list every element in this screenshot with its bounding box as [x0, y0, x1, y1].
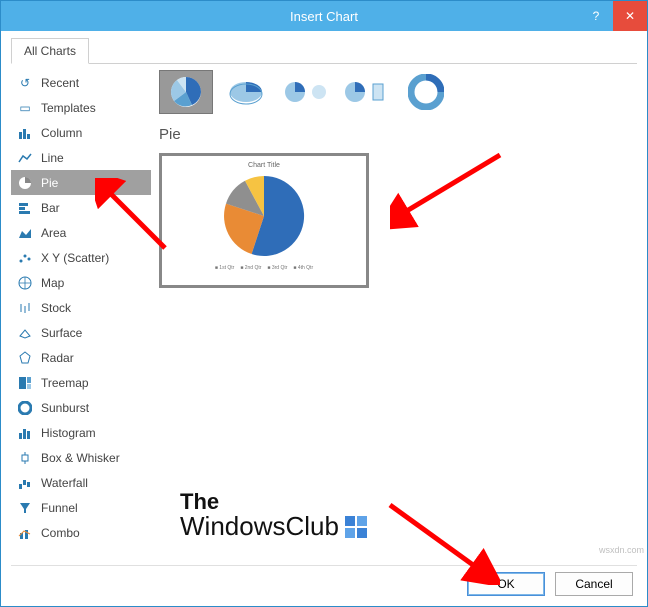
histogram-icon: [17, 425, 33, 441]
watermark: The WindowsClub: [180, 490, 369, 540]
sidebar-item-treemap[interactable]: Treemap: [11, 370, 151, 395]
sidebar-item-label: Radar: [41, 351, 74, 365]
sidebar-item-label: Map: [41, 276, 64, 290]
sidebar-item-surface[interactable]: Surface: [11, 320, 151, 345]
preview-legend: 1st Qtr 2nd Qtr 3rd Qtr 4th Qtr: [215, 265, 313, 271]
sidebar-item-label: Box & Whisker: [41, 451, 120, 465]
pie-subtype-row: [159, 70, 637, 114]
sidebar-item-line[interactable]: Line: [11, 145, 151, 170]
sidebar-item-radar[interactable]: Radar: [11, 345, 151, 370]
legend-item: 2nd Qtr: [240, 265, 261, 271]
templates-icon: ▭: [17, 100, 33, 116]
pie-icon: [17, 175, 33, 191]
sidebar-item-label: Waterfall: [41, 476, 88, 490]
surface-icon: [17, 325, 33, 341]
tabstrip: All Charts: [11, 37, 637, 64]
subtype-bar-of-pie[interactable]: [339, 70, 393, 114]
close-button[interactable]: ✕: [613, 1, 647, 31]
sidebar-item-combo[interactable]: Combo: [11, 520, 151, 545]
sidebar-item-label: Surface: [41, 326, 82, 340]
help-button[interactable]: ?: [579, 1, 613, 31]
combo-icon: [17, 525, 33, 541]
radar-icon: [17, 350, 33, 366]
sidebar-item-label: X Y (Scatter): [41, 251, 109, 265]
sidebar-item-scatter[interactable]: X Y (Scatter): [11, 245, 151, 270]
sidebar-item-templates[interactable]: ▭ Templates: [11, 95, 151, 120]
legend-item: 3rd Qtr: [267, 265, 287, 271]
sidebar-item-label: Histogram: [41, 426, 96, 440]
subtype-pie[interactable]: [159, 70, 213, 114]
sidebar-item-label: Sunburst: [41, 401, 89, 415]
tab-all-charts[interactable]: All Charts: [11, 38, 89, 64]
stock-icon: [17, 300, 33, 316]
sidebar-item-pie[interactable]: Pie: [11, 170, 151, 195]
sidebar-item-label: Line: [41, 151, 64, 165]
treemap-icon: [17, 375, 33, 391]
sidebar-item-recent[interactable]: ↺ Recent: [11, 70, 151, 95]
sidebar-item-label: Treemap: [41, 376, 89, 390]
sidebar-item-label: Funnel: [41, 501, 78, 515]
waterfall-icon: [17, 475, 33, 491]
chart-type-heading: Pie: [159, 126, 637, 143]
sidebar-item-sunburst[interactable]: Sunburst: [11, 395, 151, 420]
sidebar-item-bar[interactable]: Bar: [11, 195, 151, 220]
sidebar-item-label: Templates: [41, 101, 96, 115]
area-icon: [17, 225, 33, 241]
subtype-3dpie[interactable]: [219, 70, 273, 114]
watermark-line1: The: [180, 490, 369, 513]
boxwhisker-icon: [17, 450, 33, 466]
sidebar-item-label: Bar: [41, 201, 60, 215]
scatter-icon: [17, 250, 33, 266]
preview-chart-title: Chart Title: [248, 162, 280, 169]
subtype-doughnut[interactable]: [399, 70, 453, 114]
recent-icon: ↺: [17, 75, 33, 91]
sidebar-item-funnel[interactable]: Funnel: [11, 495, 151, 520]
funnel-icon: [17, 500, 33, 516]
titlebar-controls: ? ✕: [579, 1, 647, 31]
sunburst-icon: [17, 400, 33, 416]
watermark-line2: WindowsClub: [180, 513, 369, 540]
sidebar-item-waterfall[interactable]: Waterfall: [11, 470, 151, 495]
cancel-button[interactable]: Cancel: [555, 572, 633, 596]
sidebar-item-label: Recent: [41, 76, 79, 90]
map-icon: [17, 275, 33, 291]
preview-pie-icon: [219, 171, 309, 261]
sidebar-item-label: Stock: [41, 301, 71, 315]
sidebar-item-histogram[interactable]: Histogram: [11, 420, 151, 445]
source-url-text: wsxdn.com: [599, 545, 644, 555]
sidebar-item-label: Area: [41, 226, 66, 240]
titlebar: Insert Chart ? ✕: [1, 1, 647, 31]
legend-item: 1st Qtr: [215, 265, 234, 271]
sidebar-item-stock[interactable]: Stock: [11, 295, 151, 320]
window-title: Insert Chart: [290, 9, 358, 24]
bar-icon: [17, 200, 33, 216]
sidebar-item-map[interactable]: Map: [11, 270, 151, 295]
dialog-buttons: OK Cancel: [11, 565, 637, 598]
ok-button[interactable]: OK: [467, 572, 545, 596]
subtype-pie-of-pie[interactable]: [279, 70, 333, 114]
windowsclub-logo-icon: [343, 514, 369, 540]
sidebar-item-area[interactable]: Area: [11, 220, 151, 245]
legend-item: 4th Qtr: [293, 265, 313, 271]
chart-preview[interactable]: Chart Title 1st Qtr 2nd Qtr 3rd Qtr: [159, 153, 369, 288]
sidebar-item-label: Column: [41, 126, 82, 140]
sidebar-item-column[interactable]: Column: [11, 120, 151, 145]
sidebar-item-label: Pie: [41, 176, 58, 190]
chart-type-sidebar: ↺ Recent ▭ Templates Column: [11, 68, 151, 565]
line-icon: [17, 150, 33, 166]
sidebar-item-boxwhisker[interactable]: Box & Whisker: [11, 445, 151, 470]
column-icon: [17, 125, 33, 141]
sidebar-item-label: Combo: [41, 526, 80, 540]
